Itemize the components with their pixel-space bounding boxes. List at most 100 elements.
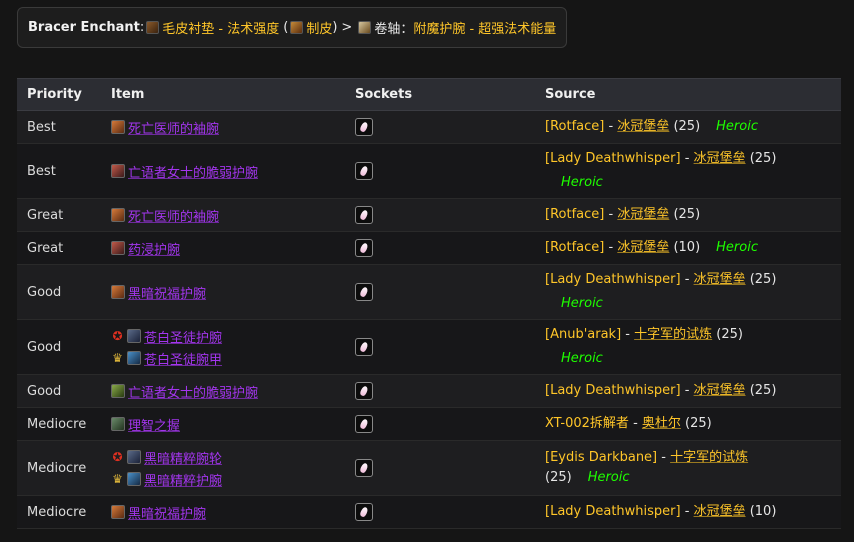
source-zone-link[interactable]: 十字军的试炼 — [634, 327, 712, 342]
source-size: (25) — [745, 383, 777, 398]
item-icon — [111, 164, 125, 178]
header-item: Item — [101, 78, 345, 111]
item-link[interactable]: 苍白圣徒腕甲 — [144, 349, 222, 368]
source-sep: - — [604, 240, 618, 255]
gear-table: Priority Item Sockets Source Best 死亡医师的袖… — [17, 78, 841, 529]
item-link[interactable]: 理智之握 — [128, 415, 180, 434]
source-zone-link[interactable]: 冰冠堡垒 — [617, 119, 669, 134]
table-row: Great 药浸护腕 [Rotface] - 冰冠堡垒 (10) Heroic — [17, 231, 841, 265]
item-icon — [127, 450, 141, 464]
source-size: (10) — [745, 504, 777, 519]
enchant-separator: > — [341, 20, 353, 35]
horde-icon: ✪ — [112, 449, 123, 464]
source-boss-link[interactable]: [Lady Deathwhisper] — [545, 272, 681, 287]
source-sep: - — [680, 383, 694, 398]
item-icon — [111, 417, 125, 431]
leatherworking-icon — [290, 21, 304, 34]
horde-icon: ✪ — [112, 328, 123, 343]
table-row: Best 死亡医师的袖腕 [Rotface] - 冰冠堡垒 (25) Heroic — [17, 110, 841, 144]
source-size: (10) — [669, 240, 701, 255]
table-row: Good 黑暗祝福护腕 [Lady Deathwhisper] - 冰冠堡垒 (… — [17, 264, 841, 320]
item-link[interactable]: 苍白圣徒护腕 — [144, 327, 222, 346]
source-zone-link[interactable]: 奥杜尔 — [642, 416, 681, 431]
meta-socket-icon — [355, 162, 373, 180]
source-sep: - — [604, 119, 618, 134]
source-boss-link[interactable]: [Rotface] — [545, 119, 604, 134]
heroic-badge: Heroic — [716, 119, 758, 134]
row-priority: Mediocre — [17, 440, 101, 496]
paren-close: ) — [332, 20, 338, 35]
source-boss-link[interactable]: XT-002拆解者 — [545, 416, 629, 431]
item-link[interactable]: 黑暗精粹护腕 — [144, 470, 222, 489]
item-icon — [127, 329, 141, 343]
heroic-badge: Heroic — [561, 351, 603, 366]
enchant-option1-profession[interactable]: 制皮 — [306, 18, 332, 37]
item-link[interactable]: 药浸护腕 — [128, 239, 180, 258]
source-zone-link[interactable]: 冰冠堡垒 — [694, 151, 746, 166]
header-source: Source — [535, 78, 841, 111]
table-row: Good ✪ 苍白圣徒护腕 ♛ 苍白圣徒腕甲 [Anub'arak] - 十字军的试… — [17, 319, 841, 375]
bracer-enchant-box: Bracer Enchant: 毛皮衬垫 - 法术强度 (制皮) > 卷轴： 附魔… — [17, 7, 568, 48]
row-priority: Great — [17, 231, 101, 265]
row-priority: Good — [17, 264, 101, 320]
source-zone-link[interactable]: 冰冠堡垒 — [694, 504, 746, 519]
item-icon — [111, 505, 125, 519]
table-header-row: Priority Item Sockets Source — [17, 78, 841, 111]
source-boss-link[interactable]: [Lady Deathwhisper] — [545, 504, 681, 519]
source-sep: - — [621, 327, 635, 342]
source-boss-link[interactable]: [Rotface] — [545, 240, 604, 255]
table-row: Mediocre ✪ 黑暗精粹腕轮 ♛ 黑暗精粹护腕 [Eydis Darkbane… — [17, 440, 841, 496]
source-size: (25) — [745, 151, 777, 166]
source-boss-link[interactable]: [Lady Deathwhisper] — [545, 383, 681, 398]
table-row: Mediocre 黑暗祝福护腕 [Lady Deathwhisper] - 冰冠… — [17, 495, 841, 529]
item-link[interactable]: 死亡医师的袖腕 — [128, 206, 219, 225]
enchant-option1-link[interactable]: 毛皮衬垫 - 法术强度 — [162, 18, 279, 37]
table-row: Great 死亡医师的袖腕 [Rotface] - 冰冠堡垒 (25) — [17, 198, 841, 232]
alliance-icon: ♛ — [112, 471, 123, 486]
table-row: Mediocre 理智之握 XT-002拆解者 - 奥杜尔 (25) — [17, 407, 841, 441]
source-zone-link[interactable]: 冰冠堡垒 — [617, 240, 669, 255]
item-link[interactable]: 亡语者女士的脆弱护腕 — [128, 162, 258, 181]
meta-socket-icon — [355, 415, 373, 433]
meta-socket-icon — [355, 239, 373, 257]
item-link[interactable]: 黑暗祝福护腕 — [128, 283, 206, 302]
item-icon — [111, 241, 125, 255]
row-priority: Best — [17, 110, 101, 144]
source-zone-link[interactable]: 冰冠堡垒 — [617, 207, 669, 222]
source-boss-link[interactable]: [Lady Deathwhisper] — [545, 151, 681, 166]
item-icon — [127, 472, 141, 486]
item-icon — [111, 285, 125, 299]
meta-socket-icon — [355, 382, 373, 400]
source-sep: - — [680, 272, 694, 287]
enchant-label: Bracer Enchant — [28, 20, 140, 35]
item-link[interactable]: 死亡医师的袖腕 — [128, 118, 219, 137]
row-priority: Best — [17, 143, 101, 199]
row-priority: Mediocre — [17, 495, 101, 529]
item-icon — [111, 384, 125, 398]
paren-open: ( — [283, 20, 289, 35]
source-sep: - — [680, 504, 694, 519]
source-zone-link[interactable]: 冰冠堡垒 — [694, 383, 746, 398]
source-size: (25) — [669, 207, 701, 222]
item-link[interactable]: 黑暗精粹腕轮 — [144, 448, 222, 467]
source-sep: - — [680, 151, 694, 166]
item-link[interactable]: 亡语者女士的脆弱护腕 — [128, 382, 258, 401]
meta-socket-icon — [355, 118, 373, 136]
meta-socket-icon — [355, 338, 373, 356]
source-boss-link[interactable]: [Eydis Darkbane] — [545, 450, 657, 465]
item-link[interactable]: 黑暗祝福护腕 — [128, 503, 206, 522]
table-row: Best 亡语者女士的脆弱护腕 [Lady Deathwhisper] - 冰冠… — [17, 143, 841, 199]
heroic-badge: Heroic — [561, 175, 603, 190]
source-boss-link[interactable]: [Rotface] — [545, 207, 604, 222]
table-row: Good 亡语者女士的脆弱护腕 [Lady Deathwhisper] - 冰冠… — [17, 374, 841, 408]
enchant-option2-link[interactable]: 附魔护腕 - 超强法术能量 — [413, 18, 556, 37]
source-boss-link[interactable]: [Anub'arak] — [545, 327, 621, 342]
source-sep: - — [628, 416, 642, 431]
source-zone-link[interactable]: 十字军的试炼 — [670, 450, 748, 465]
enchant-option2-prefix: 卷轴： — [374, 22, 414, 37]
source-size: (25) — [669, 119, 701, 134]
header-priority: Priority — [17, 78, 101, 111]
item-icon — [111, 120, 125, 134]
source-zone-link[interactable]: 冰冠堡垒 — [694, 272, 746, 287]
heroic-badge: Heroic — [587, 470, 630, 485]
